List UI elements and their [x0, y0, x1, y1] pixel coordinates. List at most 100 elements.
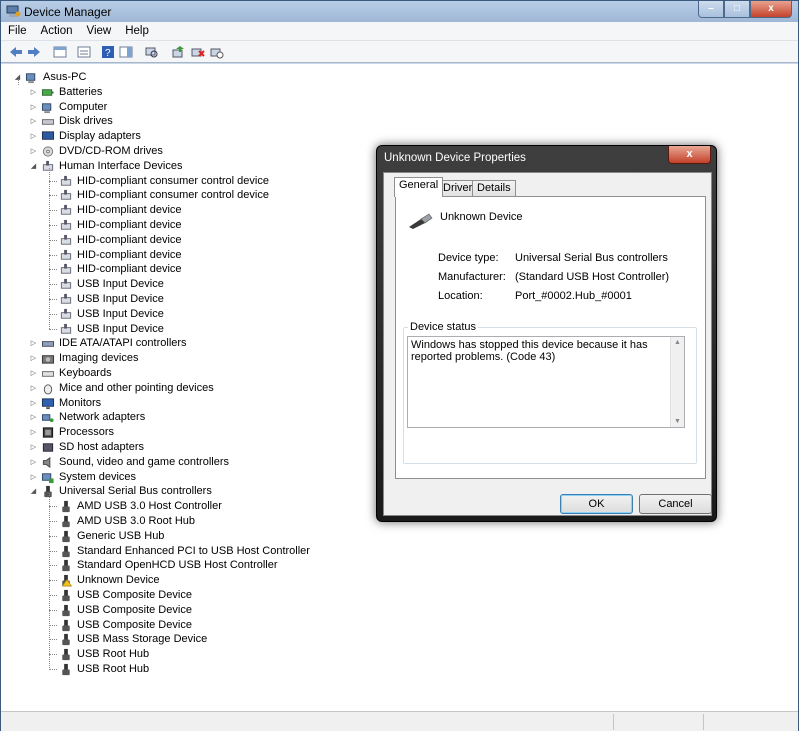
tree-item-label: USB Mass Storage Device: [77, 633, 208, 646]
tree-item-label: USB Input Device: [77, 307, 164, 320]
expand-arrow-icon[interactable]: ▷: [29, 117, 38, 126]
ok-button[interactable]: OK: [560, 494, 633, 514]
expand-arrow-icon[interactable]: ▷: [29, 354, 38, 363]
tree-category-monitors[interactable]: ▷ Monitors: [29, 396, 101, 411]
action-pane-icon[interactable]: [119, 45, 133, 59]
tree-category-ide-controllers[interactable]: ▷ IDE ATA/ATAPI controllers: [29, 336, 187, 351]
tree-category-computer[interactable]: ▷ Computer: [29, 100, 107, 115]
expand-arrow-icon[interactable]: ▷: [29, 413, 38, 422]
tree-category-system-devices[interactable]: ▷ System devices: [29, 470, 136, 485]
tree-item-label: Imaging devices: [59, 352, 139, 365]
scroll-up-icon[interactable]: ▲: [671, 339, 684, 346]
tab-general[interactable]: General: [394, 177, 444, 197]
tree-item-hid-device[interactable]: HID-compliant device: [59, 248, 182, 263]
device-name: Unknown Device: [440, 211, 523, 223]
usb-icon: [59, 633, 73, 646]
expand-arrow-icon[interactable]: ▷: [29, 339, 38, 348]
tree-item-usb-device[interactable]: AMD USB 3.0 Root Hub: [59, 514, 195, 529]
tree-item-usb-device[interactable]: Generic USB Hub: [59, 529, 164, 544]
tree-category-mice[interactable]: ▷ Mice and other pointing devices: [29, 381, 214, 396]
tree-item-hid-device[interactable]: USB Input Device: [59, 292, 164, 307]
warning-usb-icon: [59, 574, 73, 587]
minimize-button[interactable]: –: [698, 1, 724, 18]
help-icon[interactable]: ?: [101, 45, 115, 59]
tree-item-usb-device[interactable]: USB Root Hub: [59, 647, 149, 662]
dialog-close-button[interactable]: x: [668, 146, 711, 164]
tree-category-keyboards[interactable]: ▷ Keyboards: [29, 366, 112, 381]
expand-arrow-icon[interactable]: ▷: [29, 147, 38, 156]
tree-category-processors[interactable]: ▷ Processors: [29, 425, 114, 440]
uninstall-icon[interactable]: [191, 45, 205, 59]
tree-item-hid-device[interactable]: USB Input Device: [59, 277, 164, 292]
tree-category-network-adapters[interactable]: ▷ Network adapters: [29, 410, 145, 425]
tree-item-hid-device[interactable]: HID-compliant consumer control device: [59, 188, 269, 203]
tree-item-label: Processors: [59, 426, 115, 439]
battery-icon: [41, 86, 55, 99]
menu-help[interactable]: Help: [118, 22, 156, 40]
expand-arrow-icon[interactable]: ▷: [29, 384, 38, 393]
tree-item-usb-device[interactable]: USB Composite Device: [59, 618, 192, 633]
tree-category-usb-controllers[interactable]: ◢ Universal Serial Bus controllers: [29, 484, 212, 499]
tree-category-batteries[interactable]: ▷ Batteries: [29, 85, 103, 100]
scroll-down-icon[interactable]: ▼: [671, 418, 684, 425]
update-driver-icon[interactable]: [171, 45, 185, 59]
tree-item-label: HID-compliant device: [77, 233, 182, 246]
expand-arrow-icon[interactable]: ▷: [29, 132, 38, 141]
tree-item-hid-device[interactable]: USB Input Device: [59, 322, 164, 337]
tree-item-label: DVD/CD-ROM drives: [59, 145, 163, 157]
expand-arrow-icon[interactable]: ▷: [29, 369, 38, 378]
tree-connector-line: [49, 609, 57, 611]
expand-arrow-icon[interactable]: ▷: [29, 428, 38, 437]
expand-arrow-icon[interactable]: ▷: [29, 399, 38, 408]
forward-arrow-icon[interactable]: [27, 45, 41, 59]
tree-item-usb-device[interactable]: USB Composite Device: [59, 588, 192, 603]
maximize-button[interactable]: □: [724, 1, 750, 18]
tree-connector-line: [49, 328, 57, 330]
expand-arrow-icon[interactable]: ▷: [29, 103, 38, 112]
tree-item-usb-device[interactable]: USB Root Hub: [59, 662, 149, 677]
tree-item-usb-device[interactable]: USB Mass Storage Device: [59, 632, 207, 647]
collapse-arrow-icon[interactable]: ◢: [29, 162, 38, 171]
expand-arrow-icon[interactable]: ▷: [29, 473, 38, 482]
tree-category-sound-video[interactable]: ▷ Sound, video and game controllers: [29, 455, 229, 470]
back-arrow-icon[interactable]: [9, 45, 23, 59]
tree-category-imaging-devices[interactable]: ▷ Imaging devices: [29, 351, 139, 366]
cancel-button[interactable]: Cancel: [639, 494, 712, 514]
tree-item-label: SD host adapters: [59, 441, 144, 453]
hid-device-icon: [59, 219, 73, 232]
hid-device-icon: [59, 204, 73, 217]
device-status-textbox[interactable]: Windows has stopped this device because …: [407, 336, 685, 428]
tree-connector-line: [49, 299, 57, 300]
tree-item-hid-device[interactable]: HID-compliant device: [59, 203, 182, 218]
tree-root-asus-pc[interactable]: ◢ Asus-PC: [13, 70, 86, 85]
status-scrollbar[interactable]: ▲ ▼: [670, 337, 684, 427]
close-button[interactable]: x: [750, 1, 792, 18]
tree-item-hid-device[interactable]: HID-compliant device: [59, 218, 182, 233]
tree-item-unknown-device[interactable]: Unknown Device: [59, 573, 160, 588]
scan-hardware-icon[interactable]: [144, 45, 158, 59]
expand-arrow-icon[interactable]: ▷: [29, 88, 38, 97]
tree-category-sd-host-adapters[interactable]: ▷ SD host adapters: [29, 440, 144, 455]
menu-file[interactable]: File: [1, 22, 34, 40]
tab-details[interactable]: Details: [472, 180, 516, 196]
tree-item-hid-device[interactable]: HID-compliant device: [59, 233, 182, 248]
menu-view[interactable]: View: [80, 22, 119, 40]
tree-category-dvd-drives[interactable]: ▷ DVD/CD-ROM drives: [29, 144, 163, 159]
tree-category-human-interface-devices[interactable]: ◢ Human Interface Devices: [29, 159, 183, 174]
tree-item-usb-device[interactable]: Standard OpenHCD USB Host Controller: [59, 558, 278, 573]
tree-item-usb-device[interactable]: AMD USB 3.0 Host Controller: [59, 499, 222, 514]
tree-item-hid-device[interactable]: HID-compliant device: [59, 262, 182, 277]
tree-item-usb-device[interactable]: USB Composite Device: [59, 603, 192, 618]
tree-category-display-adapters[interactable]: ▷ Display adapters: [29, 129, 141, 144]
tree-category-disk-drives[interactable]: ▷ Disk drives: [29, 114, 113, 129]
tree-item-hid-device[interactable]: HID-compliant consumer control device: [59, 174, 269, 189]
tree-item-hid-device[interactable]: USB Input Device: [59, 307, 164, 322]
properties-icon[interactable]: [53, 45, 67, 59]
menu-action[interactable]: Action: [34, 22, 80, 40]
show-hide-tree-icon[interactable]: [77, 45, 91, 59]
collapse-arrow-icon[interactable]: ◢: [29, 487, 38, 496]
disable-device-icon[interactable]: [210, 45, 224, 59]
expand-arrow-icon[interactable]: ▷: [29, 458, 38, 467]
expand-arrow-icon[interactable]: ▷: [29, 443, 38, 452]
tree-item-usb-device[interactable]: Standard Enhanced PCI to USB Host Contro…: [59, 544, 310, 559]
